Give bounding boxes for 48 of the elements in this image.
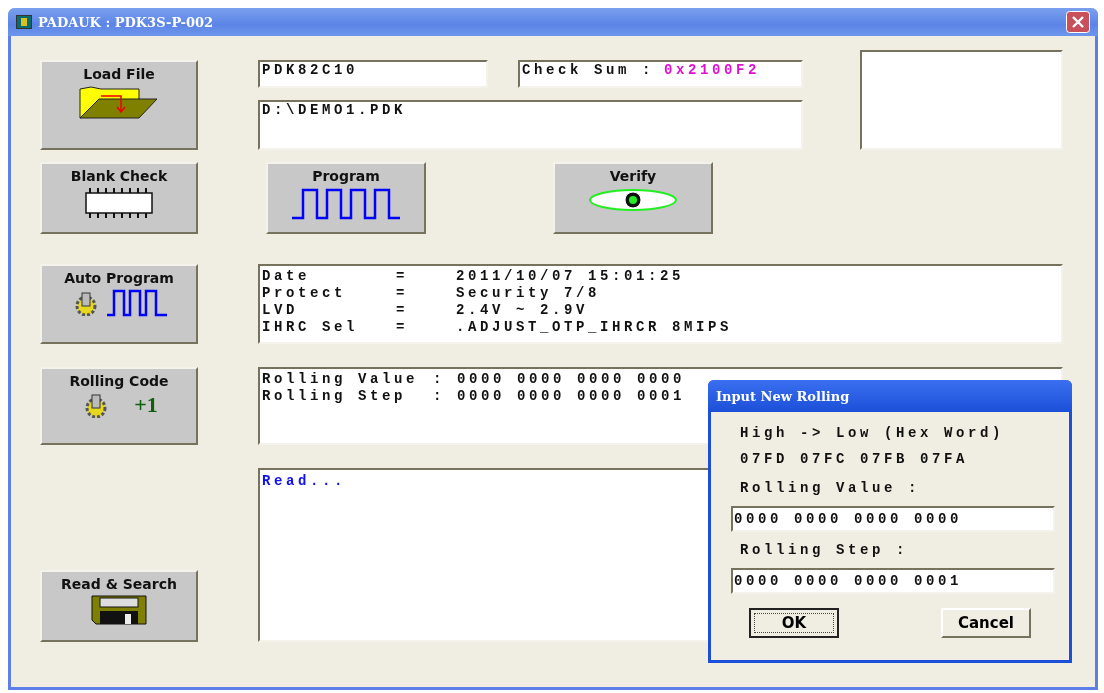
tool-button[interactable]: Rolling Code +1 xyxy=(40,367,198,445)
dialog-title: Input New Rolling xyxy=(708,380,1072,412)
action-button[interactable]: Program xyxy=(266,162,426,234)
address-text: 07FD 07FC 07FB 07FA xyxy=(739,450,969,469)
info-label: LVD xyxy=(262,302,298,319)
eye-icon xyxy=(588,188,678,212)
info-separator: = xyxy=(396,302,408,319)
chip-name-field: PDK82C10 xyxy=(258,60,488,88)
increment-label: +1 xyxy=(134,392,158,418)
input-field[interactable]: 0000 0000 0000 0000 xyxy=(731,506,1055,532)
info-value: .ADJUST_OTP_IHRCR 8MIPS xyxy=(456,319,733,336)
rolling-separator: : xyxy=(433,388,445,405)
close-icon[interactable] xyxy=(1066,11,1090,33)
action-button[interactable]: Verify xyxy=(553,162,713,234)
tool-button[interactable]: Blank Check xyxy=(40,162,198,234)
square-wave-icon xyxy=(291,188,401,220)
checksum-value: 0x2100F2 xyxy=(664,62,761,80)
info-value: 2011/10/07 15:01:25 xyxy=(456,268,685,285)
rolling-label: Rolling Value xyxy=(262,371,419,388)
tool-button[interactable]: Auto Program xyxy=(40,264,198,344)
chip-icon xyxy=(84,187,154,219)
info-separator: = xyxy=(396,319,408,336)
rolling-separator: : xyxy=(433,371,445,388)
app-icon xyxy=(16,14,32,30)
info-value: 2.4V ~ 2.9V xyxy=(456,302,588,319)
info-label: Protect xyxy=(262,285,346,302)
window-title: PADAUK : PDK3S-P-002 xyxy=(38,14,214,30)
field-label: Rolling Value : xyxy=(739,479,921,498)
rolling-value: 0000 0000 0000 0000 xyxy=(457,371,686,388)
info-label: IHRC Sel xyxy=(262,319,358,336)
info-separator: = xyxy=(396,268,408,285)
log-text: Read... xyxy=(262,473,346,489)
file-path-field: D:\DEMO1.PDK xyxy=(258,100,803,150)
info-separator: = xyxy=(396,285,408,302)
rolling-label: Rolling Step xyxy=(262,388,407,405)
input-field[interactable]: 0000 0000 0000 0001 xyxy=(731,568,1055,594)
info-label: Date xyxy=(262,268,310,285)
tool-button[interactable]: Load File xyxy=(40,60,198,150)
dialog-button[interactable]: OK xyxy=(749,608,839,638)
checksum-label: Check Sum : xyxy=(522,62,654,80)
folder-icon xyxy=(79,85,159,119)
square-wave-icon xyxy=(106,289,168,317)
info-value: Security 7/8 xyxy=(456,285,601,302)
field-label: Rolling Step : xyxy=(739,541,909,560)
rolling-value: 0000 0000 0000 0001 xyxy=(457,388,686,405)
tool-button[interactable]: Read & Search xyxy=(40,570,198,642)
dialog-button[interactable]: Cancel xyxy=(941,608,1031,638)
hint-text: High -> Low (Hex Word) xyxy=(739,424,1005,443)
